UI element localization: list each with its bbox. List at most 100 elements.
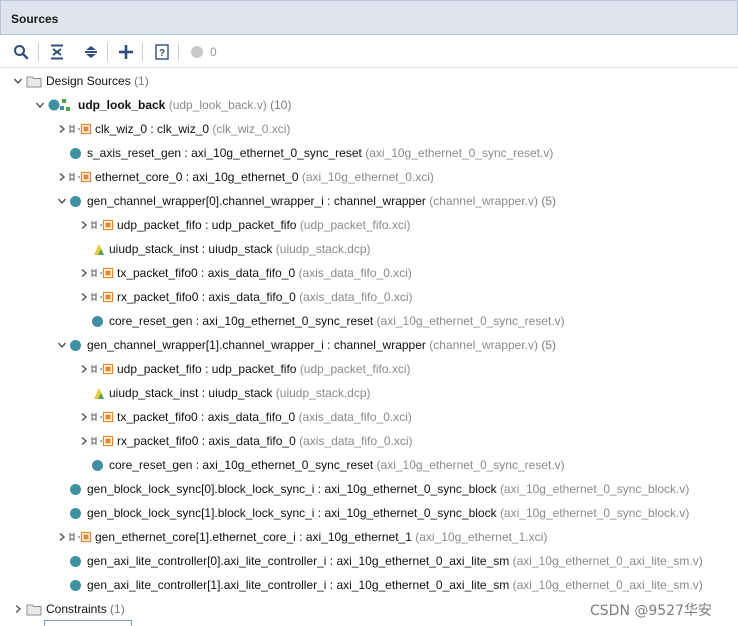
- source-file: (channel_wrapper.v): [429, 194, 538, 208]
- chevron-right-icon[interactable]: [13, 604, 23, 614]
- chevron-right-icon[interactable]: [79, 268, 89, 278]
- item-name: clk_wiz_0 : clk_wiz_0: [95, 122, 210, 136]
- source-file: (udp_packet_fifo.xci): [299, 218, 411, 232]
- dcp-icon: [92, 386, 106, 400]
- source-file: (uiudp_stack.dcp): [275, 386, 371, 400]
- module-dot-icon: [70, 483, 81, 495]
- item-name: tx_packet_fifo0 : axis_data_fifo_0: [117, 266, 296, 280]
- chevron-down-icon[interactable]: [13, 76, 23, 86]
- status-count: 0: [210, 45, 217, 59]
- tree-item-row[interactable]: udp_look_back (udp_look_back.v) (10): [0, 94, 738, 116]
- tree-item-label: gen_ethernet_core[1].ethernet_core_i : a…: [95, 530, 547, 544]
- tree-item-row[interactable]: s_axis_reset_gen : axi_10g_ethernet_0_sy…: [0, 142, 738, 164]
- item-name: gen_ethernet_core[1].ethernet_core_i : a…: [95, 530, 412, 544]
- chevron-down-icon[interactable]: [35, 100, 45, 110]
- tree-item-row[interactable]: gen_channel_wrapper[1].channel_wrapper_i…: [0, 334, 738, 356]
- child-count: (1): [110, 602, 125, 616]
- tree-item-row[interactable]: gen_axi_lite_controller[1].axi_lite_cont…: [0, 574, 738, 596]
- item-name: udp_packet_fifo : udp_packet_fifo: [117, 362, 297, 376]
- tree-group-row[interactable]: Design Sources (1): [0, 70, 738, 92]
- chevron-right-icon[interactable]: [79, 292, 89, 302]
- tab-selection[interactable]: [44, 620, 132, 626]
- tree-item-row[interactable]: gen_block_lock_sync[0].block_lock_sync_i…: [0, 478, 738, 500]
- add-sources-icon[interactable]: [116, 42, 136, 62]
- child-count: (10): [270, 98, 292, 112]
- tree-item-label: gen_axi_lite_controller[1].axi_lite_cont…: [87, 578, 703, 592]
- tree-item-label: rx_packet_fifo0 : axis_data_fifo_0 (axis…: [117, 290, 413, 304]
- module-dot-icon: [70, 339, 81, 351]
- tree-item-row[interactable]: udp_packet_fifo : udp_packet_fifo (udp_p…: [0, 358, 738, 380]
- module-dot-icon: [70, 507, 81, 519]
- chevron-down-icon[interactable]: [57, 340, 67, 350]
- tree-item-row[interactable]: gen_block_lock_sync[1].block_lock_sync_i…: [0, 502, 738, 524]
- source-file: (axi_10g_ethernet_0_sync_reset.v): [376, 458, 565, 472]
- tree-item-row[interactable]: clk_wiz_0 : clk_wiz_0 (clk_wiz_0.xci): [0, 118, 738, 140]
- chevron-down-icon[interactable]: [57, 196, 67, 206]
- tree-item-row[interactable]: gen_ethernet_core[1].ethernet_core_i : a…: [0, 526, 738, 548]
- source-file: (axis_data_fifo_0.xci): [298, 410, 412, 424]
- top-module-icon: [48, 98, 74, 112]
- module-dot-icon: [92, 315, 103, 327]
- tree-item-label: tx_packet_fifo0 : axis_data_fifo_0 (axis…: [117, 410, 412, 424]
- chevron-right-icon[interactable]: [57, 124, 67, 134]
- child-count: (1): [134, 74, 149, 88]
- chevron-right-icon[interactable]: [57, 532, 67, 542]
- panel-title: Sources: [11, 12, 59, 26]
- sources-panel-header: Sources: [0, 0, 738, 35]
- chevron-right-icon[interactable]: [57, 172, 67, 182]
- tree-item-label: gen_block_lock_sync[1].block_lock_sync_i…: [87, 506, 689, 520]
- item-name: udp_look_back: [78, 98, 166, 112]
- tree-item-label: udp_packet_fifo : udp_packet_fifo (udp_p…: [117, 362, 411, 376]
- dcp-icon: [92, 242, 106, 256]
- item-name: gen_block_lock_sync[0].block_lock_sync_i…: [87, 482, 497, 496]
- tree-item-label: udp_look_back (udp_look_back.v) (10): [78, 98, 291, 112]
- chevron-right-icon[interactable]: [79, 412, 89, 422]
- folder-icon: [26, 603, 42, 616]
- collapse-all-icon[interactable]: [47, 42, 67, 62]
- tree-item-label: s_axis_reset_gen : axi_10g_ethernet_0_sy…: [87, 146, 553, 160]
- tree-item-row[interactable]: gen_channel_wrapper[0].channel_wrapper_i…: [0, 190, 738, 212]
- tree-item-row[interactable]: core_reset_gen : axi_10g_ethernet_0_sync…: [0, 310, 738, 332]
- chevron-right-icon[interactable]: [79, 364, 89, 374]
- tree-item-row[interactable]: udp_packet_fifo : udp_packet_fifo (udp_p…: [0, 214, 738, 236]
- tree-item-row[interactable]: ethernet_core_0 : axi_10g_ethernet_0 (ax…: [0, 166, 738, 188]
- sources-toolbar: ? 0: [0, 35, 738, 68]
- tree-item-label: clk_wiz_0 : clk_wiz_0 (clk_wiz_0.xci): [95, 122, 290, 136]
- item-name: rx_packet_fifo0 : axis_data_fifo_0: [117, 434, 296, 448]
- module-dot-icon: [70, 147, 81, 159]
- module-dot-icon: [70, 555, 81, 567]
- tree-item-row[interactable]: rx_packet_fifo0 : axis_data_fifo_0 (axis…: [0, 286, 738, 308]
- item-name: tx_packet_fifo0 : axis_data_fifo_0: [117, 410, 296, 424]
- source-file: (axi_10g_ethernet_0_axi_lite_sm.v): [512, 578, 703, 592]
- tree-item-row[interactable]: uiudp_stack_inst : uiudp_stack (uiudp_st…: [0, 382, 738, 404]
- tree-item-label: rx_packet_fifo0 : axis_data_fifo_0 (axis…: [117, 434, 413, 448]
- tree-item-row[interactable]: tx_packet_fifo0 : axis_data_fifo_0 (axis…: [0, 262, 738, 284]
- child-count: (5): [541, 194, 556, 208]
- tree-item-row[interactable]: rx_packet_fifo0 : axis_data_fifo_0 (axis…: [0, 430, 738, 452]
- tree-item-label: gen_channel_wrapper[1].channel_wrapper_i…: [87, 338, 556, 352]
- module-dot-icon: [92, 459, 103, 471]
- source-file: (channel_wrapper.v): [429, 338, 538, 352]
- tree-item-row[interactable]: uiudp_stack_inst : uiudp_stack (uiudp_st…: [0, 238, 738, 260]
- tree-item-label: gen_axi_lite_controller[0].axi_lite_cont…: [87, 554, 703, 568]
- tree-item-row[interactable]: tx_packet_fifo0 : axis_data_fifo_0 (axis…: [0, 406, 738, 428]
- expand-all-icon[interactable]: [81, 42, 101, 62]
- module-dot-icon: [70, 195, 81, 207]
- help-icon[interactable]: ?: [152, 42, 172, 62]
- tree-item-label: tx_packet_fifo0 : axis_data_fifo_0 (axis…: [117, 266, 412, 280]
- tree-item-label: uiudp_stack_inst : uiudp_stack (uiudp_st…: [109, 242, 371, 256]
- ip-icon: [68, 170, 92, 184]
- ip-icon: [90, 290, 114, 304]
- chevron-right-icon[interactable]: [79, 220, 89, 230]
- toolbar-separator: [107, 43, 108, 61]
- item-name: Constraints: [46, 602, 107, 616]
- item-name: Design Sources: [46, 74, 131, 88]
- tree-item-row[interactable]: core_reset_gen : axi_10g_ethernet_0_sync…: [0, 454, 738, 476]
- item-name: rx_packet_fifo0 : axis_data_fifo_0: [117, 290, 296, 304]
- tree-item-label: Constraints (1): [46, 602, 125, 616]
- tree-item-row[interactable]: gen_axi_lite_controller[0].axi_lite_cont…: [0, 550, 738, 572]
- search-icon[interactable]: [11, 42, 31, 62]
- source-file: (axi_10g_ethernet_0.xci): [301, 170, 434, 184]
- ip-icon: [90, 434, 114, 448]
- chevron-right-icon[interactable]: [79, 436, 89, 446]
